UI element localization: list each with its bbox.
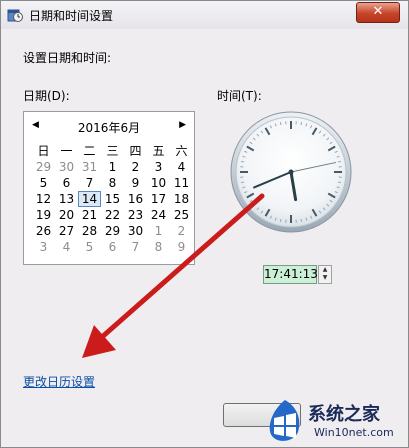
watermark-url: Win10net.com <box>314 426 394 439</box>
calendar-week-row: 19 20 21 22 23 24 25 <box>32 207 193 223</box>
calendar-day[interactable]: 30 <box>124 223 147 239</box>
watermark: 系统之家 Win10net.com <box>262 396 408 446</box>
calendar-week-row: 3456789 <box>32 239 193 255</box>
calendar-day[interactable]: 29 <box>101 223 124 239</box>
calendar-day[interactable]: 26 <box>32 223 55 239</box>
calendar-day-selected[interactable]: 14 <box>78 191 101 207</box>
date-time-settings-dialog: 日期和时间设置 ✕ 设置日期和时间: 日期(D): 时间(T): ◀ 2016年… <box>0 0 409 448</box>
calendar-day[interactable]: 4 <box>55 239 78 255</box>
calendar-day[interactable]: 31 <box>78 159 101 175</box>
calendar-day[interactable]: 3 <box>147 159 170 175</box>
weekday-header-row: 日一二三四五六 <box>32 143 193 159</box>
calendar-month-title[interactable]: 2016年6月 <box>24 119 194 136</box>
calendar-day[interactable]: 11 <box>170 175 193 191</box>
calendar-day[interactable]: 30 <box>55 159 78 175</box>
calendar-day[interactable]: 28 <box>78 223 101 239</box>
calendar-day[interactable]: 29 <box>32 159 55 175</box>
calendar-day[interactable]: 6 <box>55 175 78 191</box>
calendar-day[interactable]: 20 <box>55 207 78 223</box>
calendar[interactable]: ◀ 2016年6月 ▶ 日一二三四五六 29 30 31 1 2 3 4 5 6 7 8 9 10 11 12… <box>23 111 195 265</box>
windows-logo-icon <box>269 400 300 441</box>
calendar-day[interactable]: 8 <box>147 239 170 255</box>
calendar-day[interactable]: 7 <box>124 239 147 255</box>
weekday-header: 三 <box>106 144 119 158</box>
time-spinner[interactable]: ▲ ▼ <box>318 265 332 284</box>
date-label: 日期(D): <box>23 89 70 103</box>
calendar-day[interactable]: 2 <box>170 223 193 239</box>
calendar-grid: 日一二三四五六 29 30 31 1 2 3 4 5 6 7 8 9 10 11 12 13 14 15 16 17 18… <box>32 143 193 255</box>
next-month-icon[interactable]: ▶ <box>179 120 186 130</box>
calendar-day[interactable]: 22 <box>101 207 124 223</box>
weekday-header: 日 <box>37 144 50 158</box>
spin-down-icon[interactable]: ▼ <box>319 274 331 282</box>
calendar-day[interactable]: 18 <box>170 191 193 207</box>
calendar-day[interactable]: 8 <box>101 175 124 191</box>
title-bar: 日期和时间设置 ✕ <box>1 1 408 29</box>
weekday-header: 六 <box>175 144 188 158</box>
calendar-day[interactable]: 5 <box>78 239 101 255</box>
calendar-day[interactable]: 5 <box>32 175 55 191</box>
calendar-day[interactable]: 16 <box>124 191 147 207</box>
close-button[interactable]: ✕ <box>356 2 400 23</box>
calendar-day[interactable]: 17 <box>147 191 170 207</box>
calendar-day[interactable]: 27 <box>55 223 78 239</box>
calendar-week-row: 29 30 31 1 2 3 4 <box>32 159 193 175</box>
weekday-header: 二 <box>83 144 96 158</box>
calendar-day[interactable]: 13 <box>55 191 78 207</box>
calendar-day[interactable]: 19 <box>32 207 55 223</box>
time-input[interactable]: 17:41:13 <box>263 265 318 284</box>
calendar-day[interactable]: 3 <box>32 239 55 255</box>
calendar-day[interactable]: 2 <box>124 159 147 175</box>
weekday-header: 一 <box>60 144 73 158</box>
calendar-day[interactable]: 1 <box>147 223 170 239</box>
calendar-week-row: 12 13 14 15 16 17 18 <box>32 191 193 207</box>
change-calendar-settings-link[interactable]: 更改日历设置 <box>23 373 95 390</box>
calendar-day[interactable]: 23 <box>124 207 147 223</box>
calendar-day[interactable]: 6 <box>101 239 124 255</box>
section-heading: 设置日期和时间: <box>23 51 112 65</box>
calendar-week-row: 5 6 7 8 9 10 11 <box>32 175 193 191</box>
calendar-day[interactable]: 10 <box>147 175 170 191</box>
clock-calendar-icon <box>7 9 23 22</box>
calendar-day[interactable]: 21 <box>78 207 101 223</box>
time-label: 时间(T): <box>217 89 262 103</box>
calendar-day[interactable]: 25 <box>170 207 193 223</box>
calendar-week-row: 26 27 28 29 30 1 2 <box>32 223 193 239</box>
close-icon: ✕ <box>372 4 384 19</box>
calendar-day[interactable]: 4 <box>170 159 193 175</box>
weekday-header: 四 <box>129 144 142 158</box>
weekday-header: 五 <box>152 144 165 158</box>
watermark-brand: 系统之家 <box>308 404 380 425</box>
calendar-day[interactable]: 1 <box>101 159 124 175</box>
calendar-day[interactable]: 9 <box>124 175 147 191</box>
window-title: 日期和时间设置 <box>29 9 114 23</box>
spin-up-icon[interactable]: ▲ <box>319 266 331 274</box>
calendar-day[interactable]: 24 <box>147 207 170 223</box>
calendar-day[interactable]: 9 <box>170 239 193 255</box>
calendar-day[interactable]: 12 <box>32 191 55 207</box>
calendar-day[interactable]: 7 <box>78 175 101 191</box>
analog-clock <box>230 111 352 233</box>
calendar-day[interactable]: 15 <box>101 191 124 207</box>
